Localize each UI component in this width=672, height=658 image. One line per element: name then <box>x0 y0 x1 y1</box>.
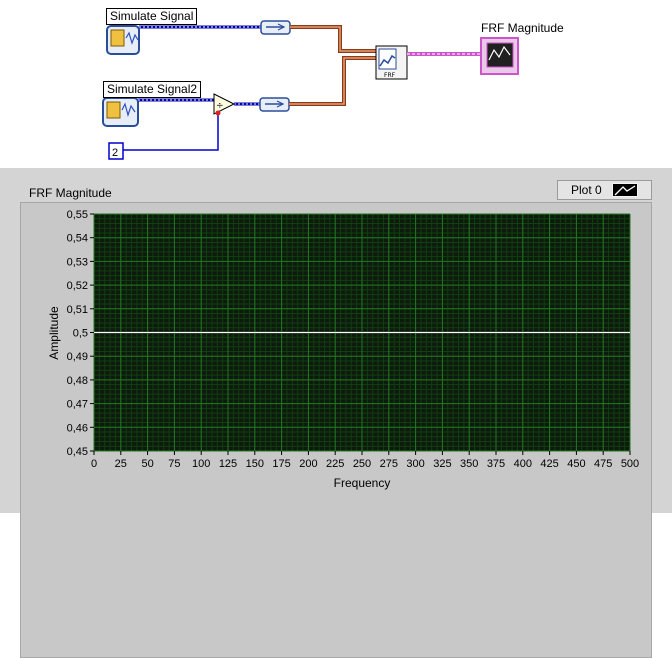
x-tick-label: 300 <box>406 458 424 470</box>
x-tick-label: 500 <box>621 458 639 470</box>
y-tick-label: 0,51 <box>67 304 88 316</box>
x-tick-label: 375 <box>487 458 505 470</box>
y-tick-label: 0,52 <box>67 280 88 292</box>
waveform-graph: 0 25 50 75 100 125 150 175 200 225 250 275 300 325 350… <box>47 209 639 490</box>
x-tick-label: 475 <box>594 458 612 470</box>
y-tick-label: 0,45 <box>67 446 88 458</box>
x-tick-label: 225 <box>326 458 344 470</box>
x-tick-label: 100 <box>192 458 210 470</box>
x-tick-label: 150 <box>246 458 264 470</box>
y-axis-title: Amplitude <box>47 306 61 360</box>
y-tick-label: 0,49 <box>67 351 88 363</box>
y-tick-label: 0,48 <box>67 375 88 387</box>
x-tick-label: 50 <box>141 458 153 470</box>
x-tick-label: 175 <box>272 458 290 470</box>
x-tick-label: 400 <box>514 458 532 470</box>
x-tick-label: 25 <box>115 458 127 470</box>
y-tick-label: 0,55 <box>67 209 88 221</box>
x-tick-label: 250 <box>353 458 371 470</box>
x-axis-title: Frequency <box>334 476 391 490</box>
x-tick-label: 425 <box>540 458 558 470</box>
y-tick-label: 0,46 <box>67 422 88 434</box>
x-tick-label: 0 <box>91 458 97 470</box>
x-axis: 0 25 50 75 100 125 150 175 200 225 250 275 300 325 350… <box>91 451 639 470</box>
x-tick-label: 75 <box>168 458 180 470</box>
x-tick-label: 125 <box>219 458 237 470</box>
y-axis: 0,55 0,54 0,53 0,52 0,51 0,5 0,49 0,48 0,47 0,46 0… <box>67 209 94 458</box>
y-tick-label: 0,5 <box>73 328 88 340</box>
y-tick-label: 0,53 <box>67 256 88 268</box>
x-tick-label: 275 <box>380 458 398 470</box>
y-tick-label: 0,54 <box>67 233 88 245</box>
x-tick-label: 450 <box>567 458 585 470</box>
y-tick-label: 0,47 <box>67 399 88 411</box>
x-tick-label: 350 <box>460 458 478 470</box>
x-tick-label: 325 <box>433 458 451 470</box>
x-tick-label: 200 <box>299 458 317 470</box>
